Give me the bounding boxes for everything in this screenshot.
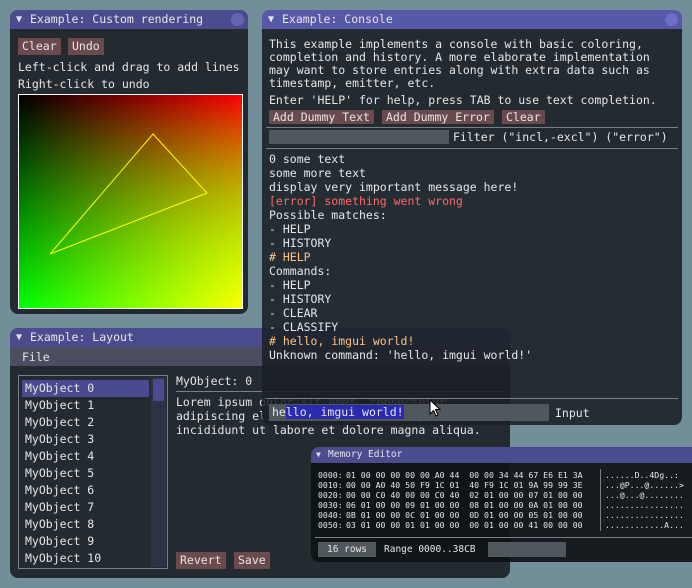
help-text-1: Left-click and drag to add lines xyxy=(18,60,240,74)
desc-line: timestamp, emitter, etc. xyxy=(269,76,436,90)
log-line: display very important message here! xyxy=(269,180,519,194)
goto-address-input[interactable] xyxy=(488,542,566,557)
mem-addr: 0020: xyxy=(318,490,343,500)
log-line: 0 some text xyxy=(269,152,346,166)
console-window: ▼ Example: Console This example implemen… xyxy=(262,10,682,425)
mem-ascii[interactable]: ................ xyxy=(605,500,684,510)
log-line: some more text xyxy=(269,166,366,180)
hint-text: Enter 'HELP' for help, press TAB to use … xyxy=(269,93,657,107)
rows-button[interactable]: 16 rows xyxy=(318,542,376,557)
separator xyxy=(266,148,678,149)
collapse-triangle-icon[interactable]: ▼ xyxy=(316,447,321,463)
log-line: - HISTORY xyxy=(269,292,332,306)
mem-ascii[interactable]: ......D..4Dg..: xyxy=(605,470,679,480)
list-item[interactable]: MyObject 3 xyxy=(22,431,149,448)
log-line: Possible matches: xyxy=(269,208,387,222)
mem-hex[interactable]: 00 00 C0 40 00 00 C0 40 02 01 00 00 07 0… xyxy=(346,490,583,500)
list-item[interactable]: MyObject 8 xyxy=(22,516,149,533)
mem-addr: 0040: xyxy=(318,510,343,520)
add-dummy-error-button[interactable]: Add Dummy Error xyxy=(382,110,494,124)
menu-file[interactable]: File xyxy=(22,350,50,364)
close-circle-icon[interactable] xyxy=(231,13,244,26)
list-item[interactable]: MyObject 5 xyxy=(22,465,149,482)
mem-ascii[interactable]: ...@...@........ xyxy=(605,490,684,500)
log-line: Commands: xyxy=(269,264,332,278)
mem-hex[interactable]: 00 00 A0 40 50 F9 1C 01 40 F9 1C 01 9A 9… xyxy=(346,480,583,490)
mem-addr: 0050: xyxy=(318,520,343,530)
input-prefix: he xyxy=(272,405,286,419)
input-selection: llo, imgui world! xyxy=(285,405,404,419)
window-title: Memory Editor xyxy=(328,449,403,460)
clear-button[interactable]: Clear xyxy=(18,38,61,55)
desc-line: may want to store entries along with ext… xyxy=(269,63,650,77)
mem-addr: 0000: xyxy=(318,470,343,480)
custom-rendering-window: ▼ Example: Custom rendering Clear Undo L… xyxy=(10,10,248,314)
separator xyxy=(266,398,678,399)
mem-ascii[interactable]: ...@P...@......> xyxy=(605,480,684,490)
list-item[interactable]: MyObject 0 xyxy=(22,380,149,397)
command-input[interactable]: hello, imgui world! xyxy=(269,404,549,421)
desc-line: completion and history. A more elaborate… xyxy=(269,50,650,64)
log-line: [error] something went wrong xyxy=(269,194,463,208)
mem-hex[interactable]: 03 01 00 00 01 01 00 00 00 01 00 00 41 0… xyxy=(346,520,583,530)
collapse-triangle-icon[interactable]: ▼ xyxy=(268,10,274,29)
log-line: - HELP xyxy=(269,222,311,236)
mem-hex[interactable]: 0B 01 00 00 0C 01 00 00 0D 01 00 00 05 0… xyxy=(346,510,583,520)
input-label: Input xyxy=(555,406,590,420)
list-scrollbar[interactable] xyxy=(151,377,166,567)
title-bar[interactable]: ▼ Memory Editor xyxy=(311,447,692,463)
log-line: - CLASSIFY xyxy=(269,320,339,334)
close-circle-icon[interactable] xyxy=(665,13,678,26)
mem-hex[interactable]: 06 01 00 00 09 01 00 00 08 01 00 00 0A 0… xyxy=(346,500,583,510)
log-line: Unknown command: 'hello, imgui world!' xyxy=(269,348,533,362)
mem-addr: 0010: xyxy=(318,480,343,490)
mem-ascii[interactable]: ............A... xyxy=(605,520,684,530)
scrollbar-grab[interactable] xyxy=(153,379,164,401)
range-label: Range 0000..38CB xyxy=(384,544,476,555)
revert-button[interactable]: Revert xyxy=(176,552,226,569)
save-button[interactable]: Save xyxy=(234,552,270,569)
separator xyxy=(266,127,678,128)
log-line: # hello, imgui world! xyxy=(269,334,415,348)
undo-button[interactable]: Undo xyxy=(68,38,104,55)
list-item[interactable]: MyObject 4 xyxy=(22,448,149,465)
window-title: Example: Layout xyxy=(30,330,134,344)
mem-addr: 0030: xyxy=(318,500,343,510)
drawing-canvas[interactable] xyxy=(18,94,243,309)
ascii-separator xyxy=(600,469,601,531)
list-item[interactable]: MyObject 2 xyxy=(22,414,149,431)
mem-hex[interactable]: 01 00 00 00 00 00 A0 44 00 00 34 44 67 E… xyxy=(346,470,583,480)
log-line: # HELP xyxy=(269,250,311,264)
list-item[interactable]: MyObject 1 xyxy=(22,397,149,414)
separator xyxy=(315,537,692,538)
list-item[interactable]: MyObject 9 xyxy=(22,533,149,550)
log-line: - HELP xyxy=(269,278,311,292)
collapse-triangle-icon[interactable]: ▼ xyxy=(16,328,22,347)
log-line: - HISTORY xyxy=(269,236,332,250)
detail-title: MyObject: 0 xyxy=(176,374,253,388)
mem-ascii[interactable]: ................ xyxy=(605,510,684,520)
add-dummy-text-button[interactable]: Add Dummy Text xyxy=(269,110,374,124)
lorem-3: incididunt ut labore et dolore magna ali… xyxy=(176,423,481,437)
filter-input[interactable] xyxy=(269,130,449,144)
object-list: MyObject 0 MyObject 1 MyObject 2 MyObject 3… xyxy=(18,375,168,569)
drawn-triangle xyxy=(49,133,208,255)
list-item[interactable]: MyObject 6 xyxy=(22,482,149,499)
title-bar[interactable]: ▼ Example: Custom rendering xyxy=(10,10,248,29)
title-bar[interactable]: ▼ Example: Console xyxy=(262,10,682,29)
input-text: hello, imgui world! xyxy=(272,405,404,419)
clear-button[interactable]: Clear xyxy=(502,110,545,124)
filter-label: Filter ("incl,-excl") ("error") xyxy=(453,130,668,144)
memory-editor-window: ▼ Memory Editor 0000: 01 00 00 00 00 00 A… xyxy=(311,447,692,562)
list-item[interactable]: MyObject 7 xyxy=(22,499,149,516)
list-item[interactable]: MyObject 10 xyxy=(22,550,149,567)
help-text-2: Right-click to undo xyxy=(18,77,150,91)
window-title: Example: Console xyxy=(282,12,393,26)
collapse-triangle-icon[interactable]: ▼ xyxy=(16,10,22,29)
window-title: Example: Custom rendering xyxy=(30,12,204,26)
desc-line: This example implements a console with b… xyxy=(269,37,643,51)
log-line: - CLEAR xyxy=(269,306,318,320)
mouse-cursor-icon xyxy=(429,399,442,417)
